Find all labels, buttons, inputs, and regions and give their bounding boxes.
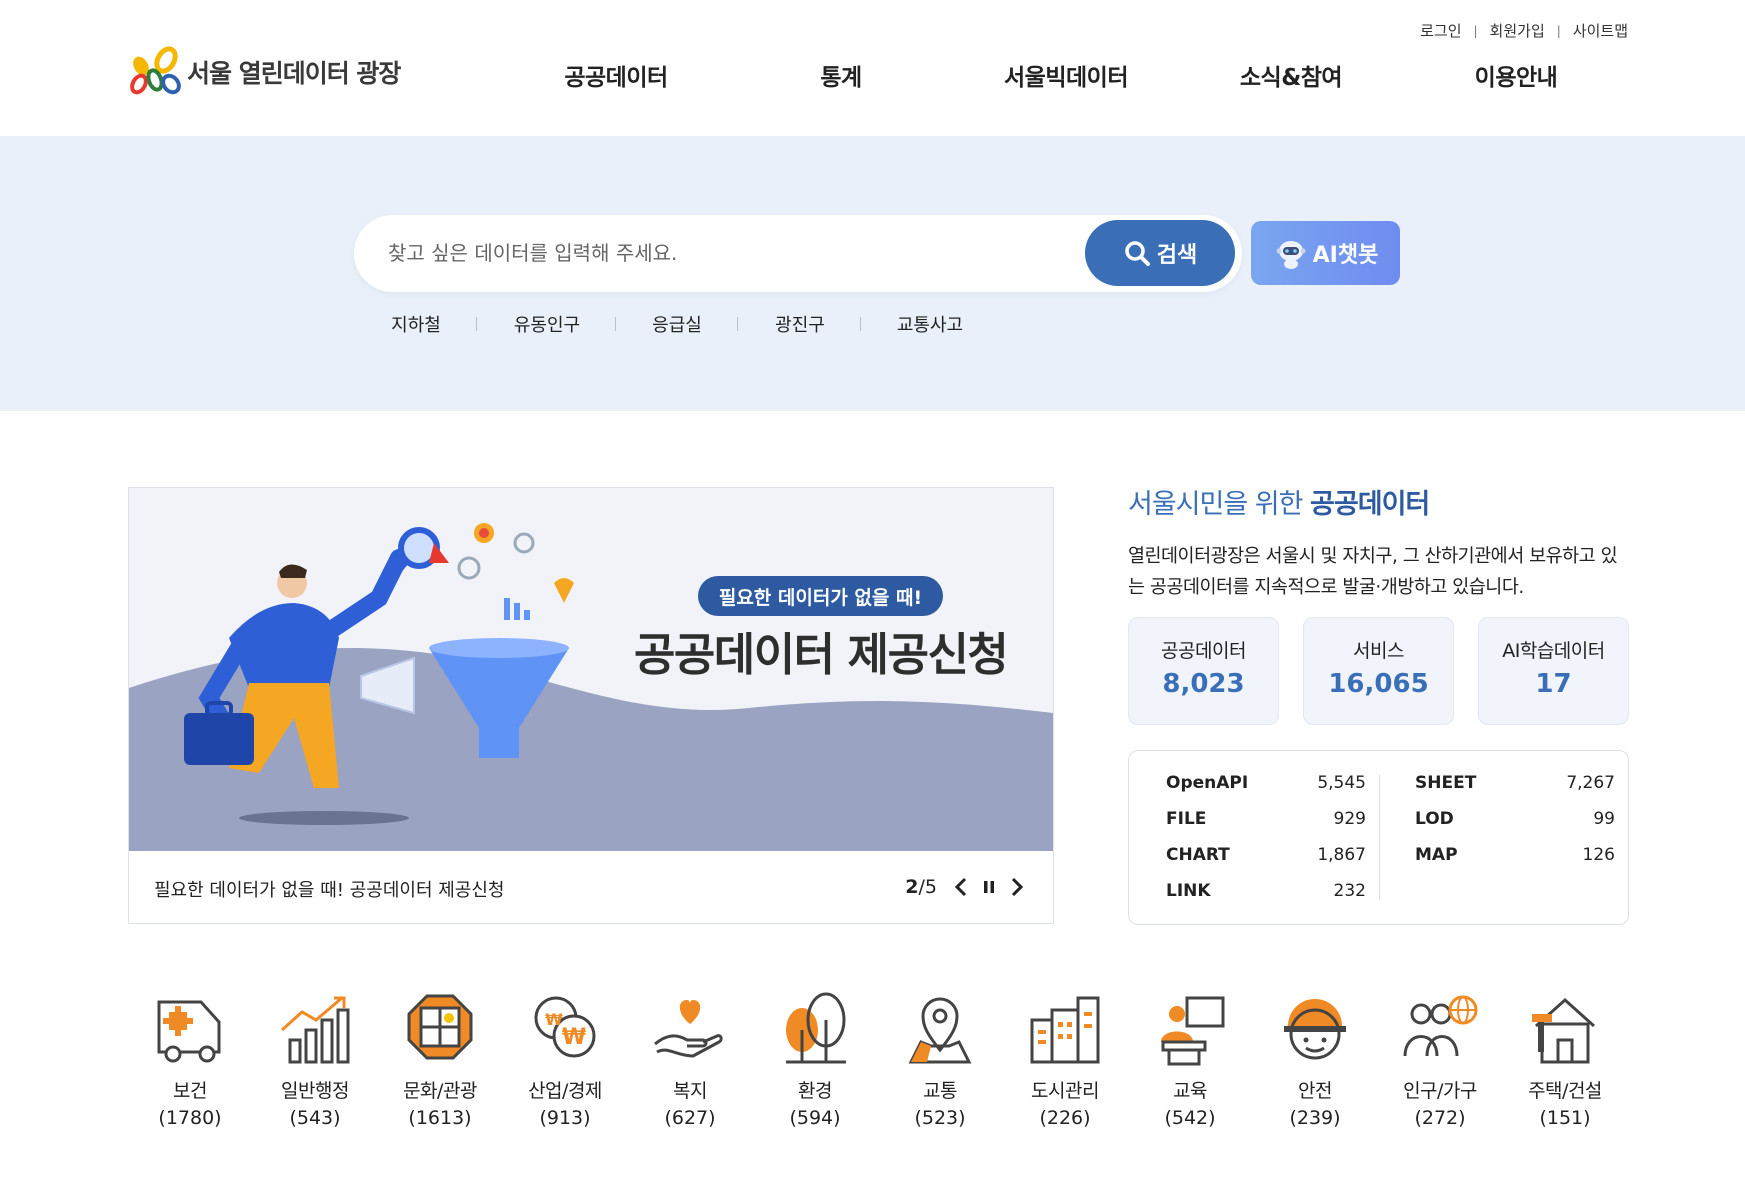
nav-seoul-bigdata[interactable]: 서울빅데이터 bbox=[1004, 58, 1128, 92]
keyword-item[interactable]: 지하철 bbox=[391, 311, 441, 337]
map-pin-icon bbox=[908, 997, 972, 1064]
banner-badge: 필요한 데이터가 없을 때! bbox=[698, 576, 943, 616]
chevron-left-icon bbox=[954, 877, 967, 897]
coins-icon: ₩ ₩ bbox=[534, 996, 596, 1058]
format-column-right: SHEET 7,267 LOD 99 MAP 126 bbox=[1415, 771, 1615, 879]
banner-pager: 2/5 bbox=[905, 876, 937, 898]
banner-pause-button[interactable] bbox=[977, 873, 1001, 901]
nav-statistics[interactable]: 통계 bbox=[820, 58, 862, 92]
intro-title: 서울시민을 위한 공공데이터 bbox=[1128, 489, 1430, 520]
category-welfare[interactable]: 복지 (627) bbox=[635, 990, 745, 1129]
category-safety[interactable]: 안전 (239) bbox=[1260, 990, 1370, 1129]
category-population[interactable]: 인구/가구 (272) bbox=[1385, 990, 1495, 1129]
category-transport[interactable]: 교통 (523) bbox=[885, 990, 995, 1129]
search-input[interactable] bbox=[388, 233, 1088, 273]
keyword-item[interactable]: 유동인구 bbox=[514, 311, 580, 337]
format-row[interactable]: CHART 1,867 bbox=[1166, 843, 1366, 879]
category-list: 보건 (1780) 일반행정 (543) 문화/관광 (1613) ₩ ₩ 산업… bbox=[128, 990, 1628, 1140]
stat-services[interactable]: 서비스 16,065 bbox=[1303, 617, 1454, 725]
intro-panel: 서울시민을 위한 공공데이터 열린데이터광장은 서울시 및 자치구, 그 산하기… bbox=[1128, 482, 1628, 603]
format-row[interactable]: SHEET 7,267 bbox=[1415, 771, 1615, 807]
promo-banner[interactable]: 필요한 데이터가 없을 때! 공공데이터 제공신청 필요한 데이터가 없을 때!… bbox=[128, 487, 1054, 924]
format-column-left: OpenAPI 5,545 FILE 929 CHART 1,867 LINK 232 bbox=[1166, 771, 1366, 915]
utility-links: 로그인 | 회원가입 | 사이트맵 bbox=[1420, 20, 1628, 41]
stat-ai-data[interactable]: AI학습데이터 17 bbox=[1478, 617, 1629, 725]
category-housing[interactable]: 주택/건설 (151) bbox=[1510, 990, 1620, 1129]
category-health[interactable]: 보건 (1780) bbox=[135, 990, 245, 1129]
category-education[interactable]: 교육 (542) bbox=[1135, 990, 1245, 1129]
format-row[interactable]: LOD 99 bbox=[1415, 807, 1615, 843]
people-globe-icon bbox=[1403, 995, 1478, 1057]
pause-icon bbox=[984, 881, 994, 893]
stat-public-data[interactable]: 공공데이터 8,023 bbox=[1128, 617, 1279, 725]
trees-icon bbox=[786, 992, 846, 1064]
svg-text:₩: ₩ bbox=[562, 1025, 586, 1050]
category-administration[interactable]: 일반행정 (543) bbox=[260, 990, 370, 1129]
search-button-label: 검색 bbox=[1156, 243, 1198, 268]
nav-public-data[interactable]: 공공데이터 bbox=[564, 58, 668, 92]
main-nav: 공공데이터 통계 서울빅데이터 소식&참여 이용안내 bbox=[0, 58, 1745, 94]
teacher-icon bbox=[1161, 996, 1225, 1066]
sitemap-link[interactable]: 사이트맵 bbox=[1573, 20, 1628, 41]
bar-chart-icon bbox=[280, 996, 350, 1064]
format-counts: OpenAPI 5,545 FILE 929 CHART 1,867 LINK 232 … bbox=[1128, 750, 1629, 925]
site-header: 로그인 | 회원가입 | 사이트맵 서울 열린데이터 광장 공공데이터 통계 서… bbox=[0, 0, 1745, 136]
ai-chatbot-button[interactable]: AI챗봇 bbox=[1251, 221, 1400, 285]
banner-prev-button[interactable] bbox=[949, 873, 973, 901]
signup-link[interactable]: 회원가입 bbox=[1490, 20, 1545, 41]
search-button[interactable]: 검색 bbox=[1085, 220, 1235, 286]
format-row[interactable]: OpenAPI 5,545 bbox=[1166, 771, 1366, 807]
format-row[interactable]: MAP 126 bbox=[1415, 843, 1615, 879]
robot-icon bbox=[1276, 241, 1306, 269]
chevron-right-icon bbox=[1011, 877, 1024, 897]
category-environment[interactable]: 환경 (594) bbox=[760, 990, 870, 1129]
helmet-icon bbox=[1284, 999, 1346, 1060]
search-section: 검색 AI챗봇 지하철 유동인구 응급실 광진구 교통사고 bbox=[0, 136, 1745, 411]
search-icon bbox=[1125, 241, 1150, 266]
ambulance-icon bbox=[157, 1000, 221, 1063]
login-link[interactable]: 로그인 bbox=[1420, 20, 1461, 41]
category-industry-economy[interactable]: ₩ ₩ 산업/경제 (913) bbox=[510, 990, 620, 1129]
banner-next-button[interactable] bbox=[1005, 873, 1029, 901]
banner-controls: 2/5 bbox=[905, 873, 1029, 901]
nav-news-participation[interactable]: 소식&참여 bbox=[1240, 58, 1343, 92]
buildings-icon bbox=[1030, 996, 1100, 1064]
svg-text:₩: ₩ bbox=[545, 1010, 563, 1029]
category-culture-tourism[interactable]: 문화/관광 (1613) bbox=[385, 990, 495, 1129]
format-row[interactable]: LINK 232 bbox=[1166, 879, 1366, 915]
banner-image: 필요한 데이터가 없을 때! 공공데이터 제공신청 bbox=[129, 488, 1053, 851]
intro-description: 열린데이터광장은 서울시 및 자치구, 그 산하기관에서 보유하고 있는 공공데… bbox=[1128, 546, 1618, 598]
window-icon bbox=[407, 994, 473, 1060]
format-row[interactable]: FILE 929 bbox=[1166, 807, 1366, 843]
stats-cards: 공공데이터 8,023 서비스 16,065 AI학습데이터 17 bbox=[1128, 617, 1629, 725]
popular-keywords: 지하철 유동인구 응급실 광진구 교통사고 bbox=[0, 311, 1745, 341]
ai-button-label: AI챗봇 bbox=[1312, 243, 1379, 268]
keyword-item[interactable]: 광진구 bbox=[775, 311, 825, 337]
banner-caption: 필요한 데이터가 없을 때! 공공데이터 제공신청 bbox=[154, 880, 505, 901]
category-urban[interactable]: 도시관리 (226) bbox=[1010, 990, 1120, 1129]
nav-guide[interactable]: 이용안내 bbox=[1475, 58, 1558, 92]
keyword-item[interactable]: 응급실 bbox=[652, 311, 702, 337]
keyword-item[interactable]: 교통사고 bbox=[897, 311, 963, 337]
heart-hand-icon bbox=[654, 1000, 723, 1058]
banner-title: 공공데이터 제공신청 bbox=[634, 628, 1009, 681]
house-tools-icon bbox=[1532, 997, 1596, 1064]
